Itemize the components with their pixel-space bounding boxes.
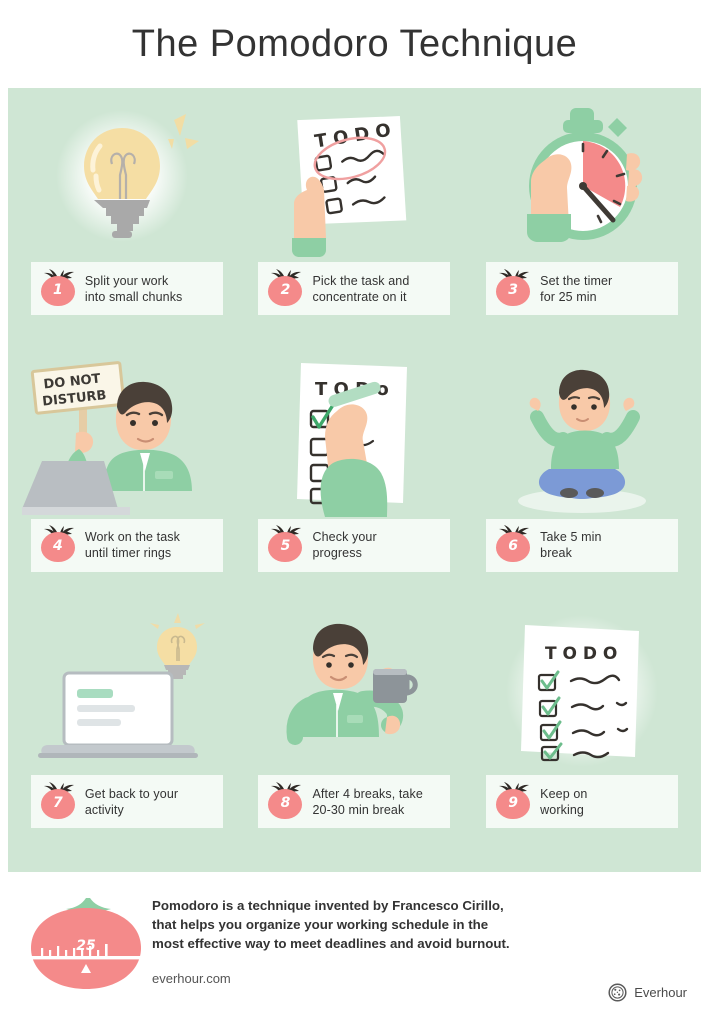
caption-card: 5 Check your progress xyxy=(258,518,451,572)
step-number: 8 xyxy=(280,794,291,811)
caption-text: Split your work into small chunks xyxy=(85,273,183,305)
page-footer: 25 Pomodoro is a technique invented by F… xyxy=(0,872,709,1016)
caption-line-2: break xyxy=(540,546,572,561)
timer-minutes-label: 25 xyxy=(76,938,96,954)
step-card-3: 3 Set the timer for 25 min xyxy=(471,94,693,349)
step-card-4: DO NOT DISTURB 4 Work on the task until … xyxy=(16,351,238,606)
everhour-brand[interactable]: Everhour xyxy=(608,983,687,1002)
step-card-2: T O D O 2 Pick the task and concentrate … xyxy=(244,94,466,349)
tomato-badge: 5 xyxy=(266,525,306,565)
illustration-hand-holding-stopwatch xyxy=(471,94,693,262)
illustration-man-with-coffee-mug xyxy=(244,607,466,775)
caption-line-1: Get back to your xyxy=(84,786,179,801)
todo-title-text: T O D O xyxy=(545,644,617,664)
caption-line-2: progress xyxy=(312,546,362,561)
caption-card: 9 Keep on working xyxy=(486,775,679,829)
tomato-badge: 3 xyxy=(494,268,534,309)
everhour-logo-icon xyxy=(608,983,627,1002)
small-lightbulb-icon xyxy=(149,613,205,680)
tomato-badge: 6 xyxy=(494,525,534,565)
illustration-man-with-do-not-disturb-sign: DO NOT DISTURB xyxy=(16,351,238,519)
step-number: 4 xyxy=(52,538,63,555)
description-paragraph: Pomodoro is a technique invented by Fran… xyxy=(152,896,689,953)
caption-line-2: activity xyxy=(84,802,124,817)
caption-card: 3 Set the timer for 25 min xyxy=(486,262,679,315)
step-card-7: 7 Get back to your activity xyxy=(16,607,238,862)
step-card-6: 6 Take 5 min break xyxy=(471,351,693,606)
caption-text: Take 5 min break xyxy=(540,529,601,561)
step-card-8: 8 After 4 breaks, take 20-30 min break xyxy=(244,607,466,862)
step-number: 5 xyxy=(280,538,291,555)
caption-text: Check your progress xyxy=(312,529,376,561)
description-line-3: most effective way to meet deadlines and… xyxy=(152,936,510,951)
caption-text: Pick the task and concentrate on it xyxy=(312,273,409,305)
caption-line-2: until timer rings xyxy=(84,546,172,561)
caption-line-2: working xyxy=(540,802,584,817)
caption-line-2: concentrate on it xyxy=(312,289,407,304)
steps-panel: 1 Split your work into small chunks T O … xyxy=(8,88,701,872)
tomato-badge: 2 xyxy=(266,268,306,309)
brand-name-label: Everhour xyxy=(634,985,687,1000)
caption-text: Keep on working xyxy=(540,786,587,818)
caption-card: 8 After 4 breaks, take 20-30 min break xyxy=(258,775,451,829)
illustration-laptop-with-lightbulb xyxy=(16,607,238,775)
page-header: The Pomodoro Technique xyxy=(0,0,709,88)
page-title: The Pomodoro Technique xyxy=(131,22,578,65)
illustration-man-meditating xyxy=(471,351,693,519)
caption-line-1: After 4 breaks, take xyxy=(312,786,423,801)
tomato-badge: 7 xyxy=(39,781,79,822)
caption-line-1: Check your xyxy=(312,530,377,545)
caption-line-1: Pick the task and xyxy=(312,273,410,288)
step-number: 6 xyxy=(508,538,519,555)
step-number: 9 xyxy=(508,794,519,811)
caption-text: After 4 breaks, take 20-30 min break xyxy=(312,786,422,818)
caption-text: Work on the task until timer rings xyxy=(85,529,180,561)
description-line-2: that helps you organize your working sch… xyxy=(152,917,489,932)
step-number: 1 xyxy=(52,281,63,298)
illustration-lightbulb xyxy=(16,94,238,262)
caption-card: 7 Get back to your activity xyxy=(30,775,223,829)
step-number: 7 xyxy=(52,794,63,811)
illustration-hand-checking-todo-list: T O D o xyxy=(244,351,466,519)
step-card-9: T O D O 9 Keep on working xyxy=(471,607,693,862)
caption-text: Get back to your activity xyxy=(85,786,178,818)
caption-card: 4 Work on the task until timer rings xyxy=(30,518,223,572)
steps-grid: 1 Split your work into small chunks T O … xyxy=(16,94,693,862)
tomato-badge: 8 xyxy=(266,781,306,822)
caption-line-1: Take 5 min xyxy=(540,530,602,545)
caption-line-1: Split your work xyxy=(84,273,169,288)
caption-line-2: for 25 min xyxy=(540,289,597,304)
illustration-hand-holding-todo-list: T O D O xyxy=(244,94,466,262)
tomato-timer-illustration: 25 xyxy=(20,886,152,1016)
caption-card: 2 Pick the task and concentrate on it xyxy=(258,262,451,315)
caption-card: 6 Take 5 min break xyxy=(486,518,679,572)
tomato-badge: 4 xyxy=(39,525,79,565)
tomato-badge: 1 xyxy=(39,268,79,309)
caption-card: 1 Split your work into small chunks xyxy=(30,262,223,315)
caption-line-1: Keep on xyxy=(540,786,588,801)
step-number: 2 xyxy=(280,281,291,298)
caption-line-2: into small chunks xyxy=(84,289,183,304)
caption-text: Set the timer for 25 min xyxy=(540,273,612,305)
description-line-1: Pomodoro is a technique invented by Fran… xyxy=(152,898,504,913)
caption-line-1: Work on the task xyxy=(84,530,180,545)
step-card-5: T O D o xyxy=(244,351,466,606)
step-card-1: 1 Split your work into small chunks xyxy=(16,94,238,349)
step-number: 3 xyxy=(508,281,519,298)
illustration-completed-todo-list: T O D O xyxy=(471,607,693,775)
caption-line-1: Set the timer xyxy=(540,273,613,288)
caption-line-2: 20-30 min break xyxy=(312,802,405,817)
tomato-badge: 9 xyxy=(494,781,534,822)
